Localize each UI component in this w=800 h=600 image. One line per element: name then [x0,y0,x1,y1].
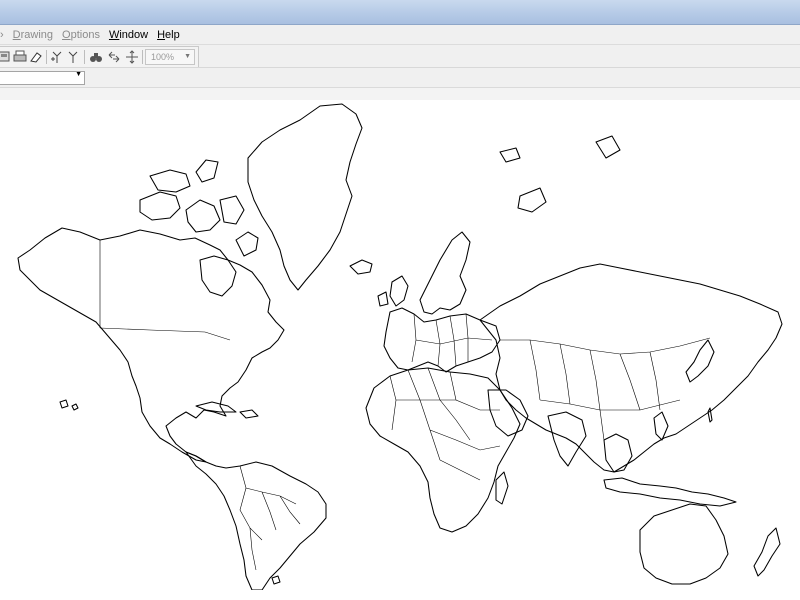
menu-help[interactable]: Help [157,29,180,41]
africa-borders [389,367,501,481]
world-map[interactable] [0,100,800,591]
menu-bar: › Drawing Options Window Help [0,25,800,44]
pan-icon[interactable] [106,50,122,64]
hispaniola-outline [239,409,259,419]
greenland-outline [247,103,363,291]
toolbar: 100% ▼ [0,44,800,68]
cuba-outline [195,401,237,413]
layer-bar: ▼ [0,67,800,87]
print-preview-icon[interactable] [0,50,12,64]
eraser-icon[interactable] [28,50,44,64]
arctic-islands [139,159,259,257]
pin-icon[interactable] [65,50,81,64]
indonesia-outline [603,477,737,507]
asia-borders [500,337,711,441]
british-isles-outline [377,275,409,307]
chevron-down-icon[interactable]: ▼ [75,71,82,78]
pin-add-icon[interactable] [49,50,65,64]
chevron-down-icon[interactable]: ▼ [184,50,191,64]
pacific-islands [59,399,713,585]
layer-dropdown[interactable]: ▼ [0,71,85,85]
binoculars-icon[interactable] [88,50,104,64]
iceland-outline [349,259,373,275]
new-zealand-outline [753,527,781,577]
ruler-strip [0,87,800,101]
toolbar-separator [46,50,47,64]
arabian-peninsula-outline [487,389,529,437]
australia-outline [639,503,729,585]
print-icon[interactable] [12,50,28,64]
zoom-combobox[interactable]: 100% ▼ [145,49,195,65]
japan-outline [685,339,715,383]
map-canvas[interactable] [0,100,800,591]
madagascar-outline [495,471,509,505]
menu-window[interactable]: Window [109,29,148,41]
north-america-outline [17,227,285,463]
toolbar-separator [84,50,85,64]
asia-outline [479,263,783,473]
toolbar-separator [142,50,143,64]
zoom-value: 100% [151,52,175,62]
philippines-outline [653,411,669,441]
menu-drawing[interactable]: Drawing [13,29,53,41]
siberian-islands-outline [499,135,621,213]
toolbar-group: 100% ▼ [0,46,199,68]
africa-outline [365,367,521,533]
scandinavia-outline [419,231,471,315]
indochina-outline [603,433,633,473]
canvas-bottom-edge [0,590,800,600]
menu-edge-fragment: › [0,28,4,41]
move-icon[interactable] [124,50,140,64]
window-titlebar [0,0,800,25]
us-canada-border [99,240,231,341]
hudson-bay [199,255,237,297]
menu-options[interactable]: Options [62,29,100,41]
